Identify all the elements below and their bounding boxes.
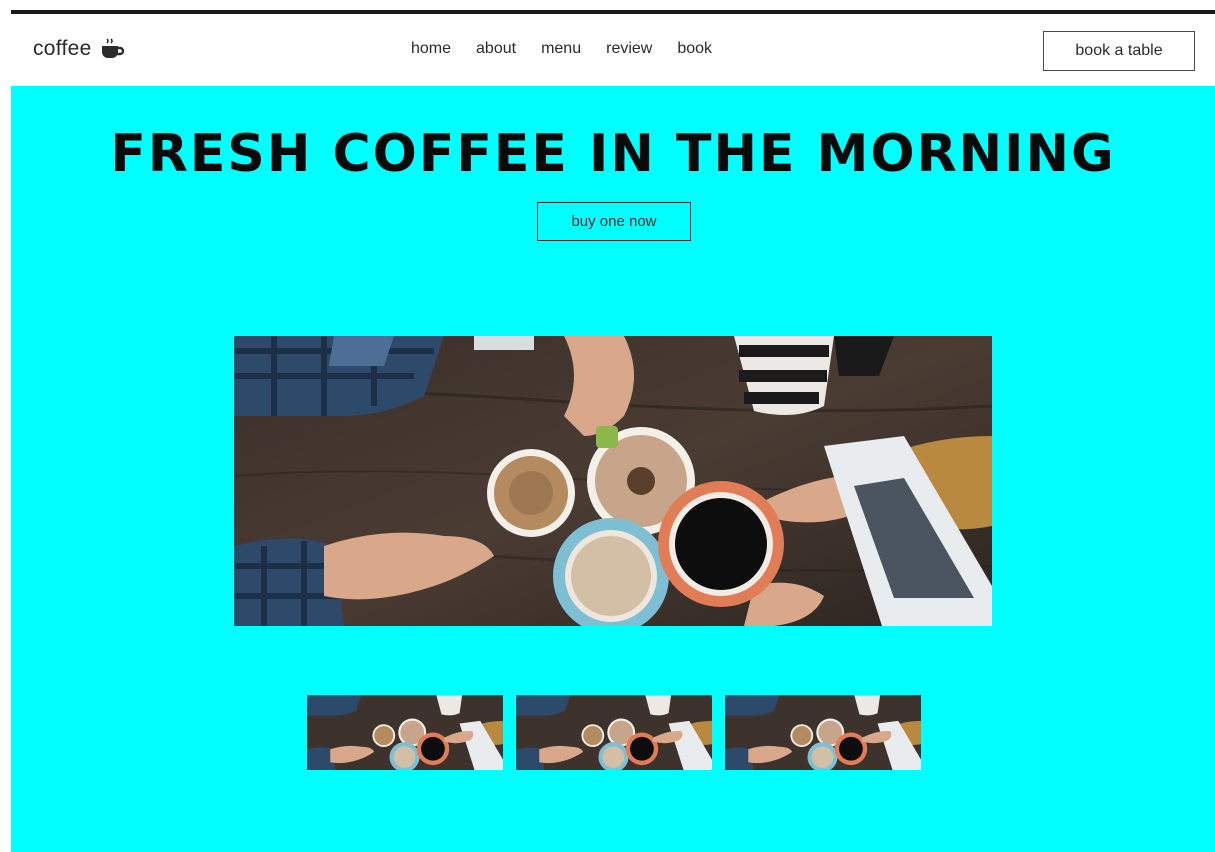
thumbnail-gallery xyxy=(307,695,921,770)
nav-link-menu[interactable]: menu xyxy=(541,40,581,58)
nav-link-about[interactable]: about xyxy=(476,40,516,58)
buy-one-now-button[interactable]: buy one now xyxy=(537,202,691,241)
coffee-cup-icon xyxy=(100,38,126,60)
nav-link-book[interactable]: book xyxy=(677,40,712,58)
book-a-table-button[interactable]: book a table xyxy=(1043,31,1195,71)
thumbnail-2[interactable] xyxy=(516,695,712,770)
hero-main-image xyxy=(234,336,992,626)
nav-link-review[interactable]: review xyxy=(606,40,652,58)
thumbnail-3[interactable] xyxy=(725,695,921,770)
thumbnail-1[interactable] xyxy=(307,695,503,770)
hero-section: FRESH COFFEE IN THE MORNING buy one now xyxy=(11,86,1215,852)
coffee-cups-photo xyxy=(234,336,992,626)
brand-logo[interactable]: coffee xyxy=(33,37,126,61)
page-left-edge xyxy=(0,0,11,852)
site-header: coffee home about menu review book book … xyxy=(11,14,1215,86)
brand-name: coffee xyxy=(33,37,92,60)
nav-link-home[interactable]: home xyxy=(411,40,451,58)
hero-title: FRESH COFFEE IN THE MORNING xyxy=(110,124,1116,184)
main-nav: home about menu review book xyxy=(411,40,712,58)
